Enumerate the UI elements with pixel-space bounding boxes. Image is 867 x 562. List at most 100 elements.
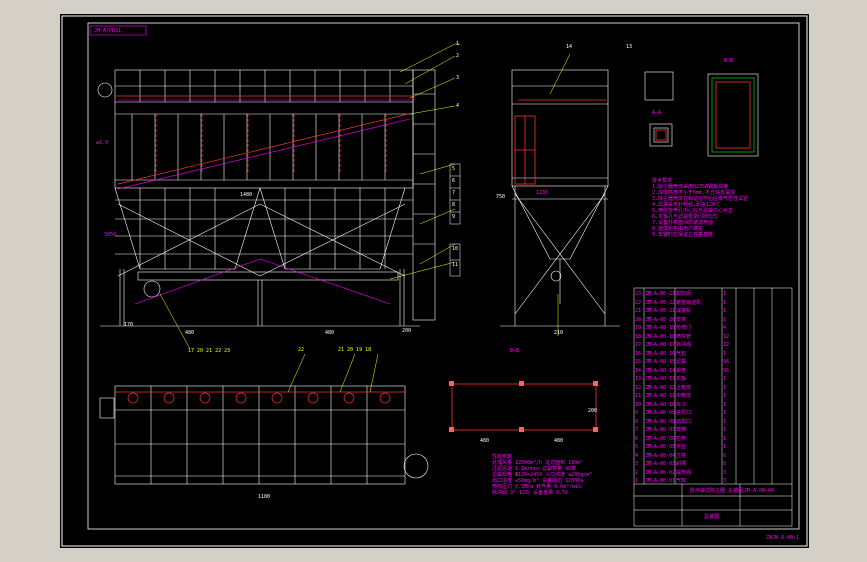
bom-row: 15 JM-A-00-15 滤袋 96 (635, 358, 791, 367)
bom-cell: 5 (635, 444, 639, 450)
side-section (500, 69, 620, 327)
bom-cell: JM-A-00-20 (645, 316, 676, 323)
bom-cell: 斜撑 (676, 461, 687, 467)
bom-cell: 17 (635, 342, 642, 348)
side-section-callout: 14 (566, 44, 573, 50)
bom-cell: 支架 (676, 316, 687, 323)
bom-cell: 13 (635, 376, 642, 382)
bom-cell: 4 (723, 325, 727, 331)
footer-code: ZWJN-A-00-1 (766, 535, 800, 541)
bom-cell: 气缸 (676, 478, 687, 484)
front-hidden-lines (115, 95, 413, 185)
bom-cell: 1 (723, 316, 727, 323)
note-line: 9.安装时应保证立柱垂直度 (652, 232, 714, 238)
bom-cell: JM-A-00-14 (645, 367, 676, 374)
bom-row: 22 JM-A-00-22 螺旋输送机 1 (635, 299, 791, 308)
bom-cell: 2 (635, 469, 639, 476)
bom-cell: 脉冲阀 (676, 342, 692, 348)
leader-number-1: 1 (456, 41, 460, 47)
bom-cell: 检修门 (676, 325, 692, 331)
bom-cell: 袋笼 (676, 367, 687, 374)
bottom-callouts: 17 20 21 22 23 (188, 348, 231, 354)
bom-cell: JM-A-00-22 (645, 299, 676, 306)
bom-row: 18 JM-A-00-18 喷吹管 12 (635, 333, 791, 342)
bom-row: 5 JM-A-00-05 平台 1 (635, 443, 791, 452)
bom-cell: 1 (723, 393, 727, 399)
leader-number-5: 5 (452, 166, 456, 172)
bom-cell: 7 (635, 427, 639, 433)
leader-number-3: 3 (456, 75, 460, 81)
bom-cell: 1 (723, 384, 727, 391)
bom-cell: 减速机 (676, 308, 692, 314)
bom-cell: JM-A-00-08 (645, 418, 676, 425)
bom-cell: JM-A-00-09 (645, 410, 676, 416)
leader-number-11: 11 (452, 262, 459, 268)
bom-cell: 1 (723, 291, 727, 297)
bom-row: 20 JM-A-00-20 支架 1 (635, 316, 791, 325)
bom-row: 1 JM-A-00-01 气缸 3 (635, 477, 791, 486)
footprint-plan (451, 383, 597, 431)
bom-cell: 出风口 (676, 418, 692, 425)
bom-row: 17 JM-A-00-17 脉冲阀 12 (635, 341, 791, 350)
bom-cell: JM-A-00-21 (645, 308, 676, 314)
front-right-offset: 200 (402, 328, 412, 334)
bom-cell: 卸灰阀 (676, 291, 692, 297)
bom-cell: 1 (723, 410, 727, 416)
leader-number-6: 6 (452, 178, 456, 184)
bom-cell: 立柱 (676, 452, 687, 459)
spec-row: 脉冲阀 3" 12只 设备重量 8.5t (492, 490, 569, 496)
bom-cell: 1 (723, 444, 727, 450)
bom-cell: 提升阀 (676, 469, 692, 476)
bom-row: 9 JM-A-00-09 进风口 1 (635, 409, 791, 418)
bom-cell: JM-A-00-04 (645, 452, 676, 459)
bom-cell: JM-A-00-03 (645, 461, 676, 467)
bom-cell: 96 (723, 359, 730, 365)
bom-cell: 12 (723, 333, 730, 340)
bom-cell: JM-A-00-05 (645, 444, 676, 450)
front-left-offset: 170 (124, 322, 134, 328)
bom-cell: 1 (723, 299, 727, 306)
bom-cell: 16 (635, 350, 642, 357)
drawing-code-tag: JM-A/PDJ1 (94, 28, 122, 34)
bom-row: 23 JM-A-00-23 卸灰阀 1 (635, 290, 791, 299)
bom-cell: JM-A-00-07 (645, 427, 676, 433)
detail-red (655, 81, 751, 149)
bom-cell: 1 (635, 478, 639, 484)
bom-row: 2 JM-A-00-02 提升阀 3 (635, 469, 791, 478)
bom-cell: 进风口 (676, 410, 692, 416)
bom-cell: 6 (635, 435, 639, 442)
bom-row: 21 JM-A-00-21 减速机 1 (635, 307, 791, 316)
bom-cell: 21 (635, 308, 642, 314)
cad-drawing-sheet: JM-A/PDJ1 ±0.0 3050 1480 480 480 170 200… (60, 14, 809, 548)
top-plan-red (115, 391, 405, 404)
bom-cell: 1 (723, 418, 727, 425)
bom-cell: 3 (635, 461, 639, 467)
bom-row: 13 JM-A-00-13 花板 1 (635, 375, 791, 384)
footprint-left-dim: 480 (480, 438, 490, 444)
bom-cell: JM-A-00-10 (645, 401, 676, 408)
bom-cell: 中箱体 (676, 393, 692, 399)
bom-cell: 18 (635, 333, 642, 340)
front-right-bay: 480 (325, 330, 335, 336)
bom-cell: 12 (635, 384, 642, 391)
bom-row: 11 JM-A-00-11 中箱体 1 (635, 392, 791, 401)
bom-cell: 9 (635, 410, 639, 416)
front-top-level: ±0.0 (96, 140, 109, 146)
front-left-bay: 480 (185, 330, 195, 336)
bom-cell: JM-A-00-12 (645, 384, 676, 391)
bom-cell: JM-A-00-16 (645, 350, 676, 357)
top-callout-22: 22 (298, 347, 305, 353)
bom-row: 3 JM-A-00-03 斜撑 8 (635, 460, 791, 469)
bom-cell: JM-A-00-13 (645, 376, 676, 382)
bom-cell: 喷吹管 (676, 333, 692, 340)
bom-cell: 96 (723, 367, 730, 374)
title-block-sheet-label: 总装图 (704, 514, 720, 520)
front-elevation (97, 69, 436, 327)
bom-row: 10 JM-A-00-10 灰斗 1 (635, 401, 791, 410)
bom-cell: 灰斗 (676, 401, 687, 408)
side-section-depth: 1230 (536, 190, 549, 196)
bom-cell: 15 (635, 359, 642, 365)
bom-cell: 螺旋输送机 (676, 299, 702, 306)
detail-box-left-label: A—A (652, 110, 662, 116)
performance-spec: 性能参数 处理风量 12000m³/h 过滤面积 180m² 过滤风速 1.1m… (492, 454, 612, 496)
